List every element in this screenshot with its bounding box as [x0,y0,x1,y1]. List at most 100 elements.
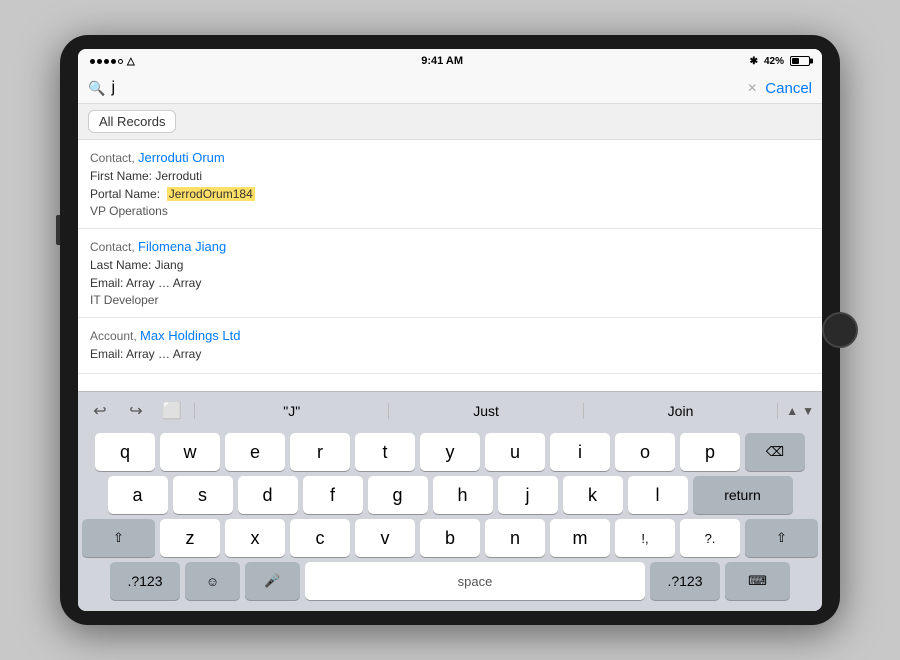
screen: △ 9:41 AM ✱ 42% 🔍 j ✕ Cancel [78,49,822,611]
suggestion-just[interactable]: Just [389,403,583,419]
key-a[interactable]: a [108,476,168,514]
dot3 [104,59,109,64]
side-button [56,215,60,245]
emoji-key[interactable]: ☺ [185,562,240,600]
battery-fill [792,58,799,64]
result-role: IT Developer [90,293,810,307]
key-m[interactable]: m [550,519,610,557]
key-p[interactable]: p [680,433,740,471]
shift-key[interactable]: ⇧ [82,519,155,557]
key-d[interactable]: d [238,476,298,514]
suggestion-j[interactable]: "J" [194,403,389,419]
list-item[interactable]: Contact, Filomena Jiang Last Name: Jiang… [78,229,822,318]
keyboard-nav-buttons: ▲ ▼ [778,404,822,418]
keyboard-row-3: ⇧ z x c v b n m !, ?. ⇧ [82,519,818,557]
key-f[interactable]: f [303,476,363,514]
key-n[interactable]: n [485,519,545,557]
result-name-link[interactable]: Jerroduti Orum [138,150,225,165]
hide-keyboard-key[interactable]: ⌨ [725,562,790,600]
battery-indicator [790,56,810,66]
dot2 [97,59,102,64]
key-l[interactable]: l [628,476,688,514]
return-key[interactable]: return [693,476,793,514]
list-item[interactable]: Contact, Jerroduti Orum First Name: Jerr… [78,140,822,229]
cancel-button[interactable]: Cancel [765,80,812,97]
space-key[interactable]: space [305,562,645,600]
key-v[interactable]: v [355,519,415,557]
filter-bar: All Records [78,104,822,140]
nav-down-icon[interactable]: ▼ [802,404,814,418]
key-k[interactable]: k [563,476,623,514]
key-u[interactable]: u [485,433,545,471]
keyboard-row-4: .?123 ☺ 🎤 space .?123 ⌨ [82,562,818,600]
dot5 [118,59,123,64]
result-type: Contact, Filomena Jiang [90,239,810,254]
key-x[interactable]: x [225,519,285,557]
numeric-key-left[interactable]: .?123 [110,562,180,600]
key-j[interactable]: j [498,476,558,514]
key-w[interactable]: w [160,433,220,471]
status-bar: △ 9:41 AM ✱ 42% [78,49,822,73]
shift-key-right[interactable]: ⇧ [745,519,818,557]
key-o[interactable]: o [615,433,675,471]
keyboard: q w e r t y u i o p ⌫ a s d f g h j [78,429,822,611]
result-type: Account, Max Holdings Ltd [90,328,810,343]
key-s[interactable]: s [173,476,233,514]
keyboard-word-suggestions: "J" Just Join [194,403,778,419]
keyboard-row-2: a s d f g h j k l return [82,476,818,514]
results-list: Contact, Jerroduti Orum First Name: Jerr… [78,140,822,391]
result-detail-0: Email: Array … Array [90,345,810,363]
home-button[interactable] [822,312,858,348]
result-name-link[interactable]: Max Holdings Ltd [140,328,240,343]
portal-name-highlight: JerrodOrum184 [167,187,255,201]
signal-dots [90,59,123,64]
key-h[interactable]: h [433,476,493,514]
battery-percent: 42% [764,56,784,67]
bluetooth-icon: ✱ [750,56,758,67]
result-detail-1: Portal Name: JerrodOrum184 [90,185,810,203]
search-bar: 🔍 j ✕ Cancel [78,73,822,104]
numeric-key-right[interactable]: .?123 [650,562,720,600]
delete-key[interactable]: ⌫ [745,433,805,471]
nav-up-icon[interactable]: ▲ [786,404,798,418]
result-detail-0: Last Name: Jiang [90,256,810,274]
key-r[interactable]: r [290,433,350,471]
key-c[interactable]: c [290,519,350,557]
key-g[interactable]: g [368,476,428,514]
key-b[interactable]: b [420,519,480,557]
key-question-period[interactable]: ?. [680,519,740,557]
search-input-text[interactable]: j [111,79,739,97]
result-type: Contact, Jerroduti Orum [90,150,810,165]
mic-key[interactable]: 🎤 [245,562,300,600]
key-i[interactable]: i [550,433,610,471]
dot1 [90,59,95,64]
keyboard-row-1: q w e r t y u i o p ⌫ [82,433,818,471]
undo-icon[interactable]: ↩ [86,397,114,425]
result-role: VP Operations [90,204,810,218]
status-time: 9:41 AM [421,55,463,67]
dot4 [111,59,116,64]
key-e[interactable]: e [225,433,285,471]
keyboard-action-buttons: ↩ ↪ ⬜ [78,397,194,425]
keyboard-suggestions-bar: ↩ ↪ ⬜ "J" Just Join ▲ ▼ [78,391,822,429]
status-left: △ [90,56,135,67]
redo-icon[interactable]: ↪ [122,397,150,425]
list-item[interactable]: Account, Max Holdings Ltd Email: Array …… [78,318,822,374]
status-right: ✱ 42% [750,56,810,67]
suggestion-join[interactable]: Join [584,403,778,419]
result-detail-1: Email: Array … Array [90,274,810,292]
key-t[interactable]: t [355,433,415,471]
search-clear-icon[interactable]: ✕ [747,81,757,95]
battery-bar [790,56,810,66]
key-exclaim-comma[interactable]: !, [615,519,675,557]
search-field[interactable]: 🔍 j [88,79,739,97]
wifi-icon: △ [127,56,135,67]
all-records-filter-button[interactable]: All Records [88,110,176,133]
key-z[interactable]: z [160,519,220,557]
key-q[interactable]: q [95,433,155,471]
result-name-link[interactable]: Filomena Jiang [138,239,226,254]
tablet-device: △ 9:41 AM ✱ 42% 🔍 j ✕ Cancel [60,35,840,625]
key-y[interactable]: y [420,433,480,471]
search-icon: 🔍 [88,80,105,97]
paste-icon[interactable]: ⬜ [158,397,186,425]
